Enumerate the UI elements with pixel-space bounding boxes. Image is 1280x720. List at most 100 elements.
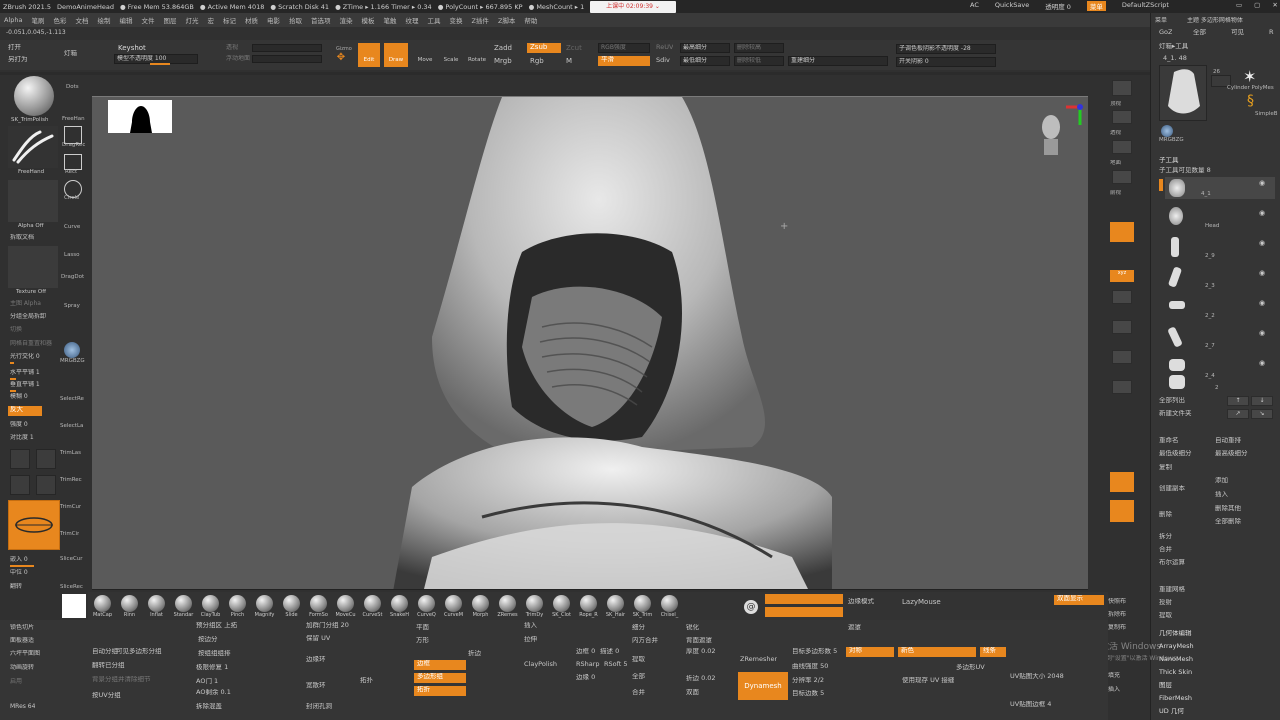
claypolish-button[interactable]: ClayPolish: [524, 661, 557, 669]
delete-lower-button[interactable]: 删除较低: [734, 56, 784, 66]
subtool-3-eye-icon[interactable]: ◉: [1259, 269, 1265, 277]
uv-0[interactable]: 多边形UV: [956, 664, 985, 672]
bp-col9-0[interactable]: 边缘模式: [848, 598, 874, 606]
bp-orange-1[interactable]: 多边形组: [414, 673, 466, 683]
bp-right-2[interactable]: 复制布: [1108, 624, 1126, 631]
lazymouse-button[interactable]: LazyMouse: [902, 598, 941, 606]
mrgb-button[interactable]: Mrgb: [494, 57, 512, 65]
bp-col8-3[interactable]: 目标边数 5: [792, 690, 824, 698]
menu-edit[interactable]: 编辑: [119, 15, 132, 25]
transpose-slot[interactable]: [8, 500, 60, 550]
bp-misc-8[interactable]: 描述 0: [600, 648, 619, 656]
arraymesh-button[interactable]: ArrayMesh: [1159, 643, 1194, 651]
mrgbzgrabber-icon[interactable]: [64, 342, 80, 358]
bp-col1b-3[interactable]: AO剩余 0.1: [196, 689, 231, 697]
subtool-row-5[interactable]: 2_7 ◉: [1165, 323, 1275, 351]
left-tool-d-icon[interactable]: [36, 475, 56, 495]
thumb-mrgbzg[interactable]: MRGBZG: [1159, 137, 1184, 144]
create-copy-button[interactable]: 创建副本: [1159, 485, 1185, 493]
canvas-viewport[interactable]: +: [92, 96, 1088, 590]
menu-help[interactable]: 帮助: [524, 15, 537, 25]
lowest-subdiv-button[interactable]: 最低细分: [680, 56, 730, 66]
fibermesh-button[interactable]: FiberMesh: [1159, 695, 1192, 703]
rotate-view-icon[interactable]: [1112, 350, 1132, 364]
goz-button[interactable]: GoZ: [1159, 29, 1172, 37]
rect-icon[interactable]: [64, 154, 82, 170]
move-button[interactable]: Move: [414, 44, 436, 66]
tool-rect[interactable]: Rect: [65, 169, 77, 176]
bp-col5-1[interactable]: 方形: [416, 637, 429, 645]
ghost-icon[interactable]: [1110, 500, 1134, 522]
brush-shelf-item[interactable]: Magnify: [252, 594, 277, 620]
bp-col1-3[interactable]: 按UV分组: [92, 692, 121, 700]
reuv-button[interactable]: ReUV: [656, 44, 673, 52]
simplebrush-thumb-icon[interactable]: §: [1247, 93, 1254, 109]
brush-shelf-item[interactable]: SK_Hair: [603, 594, 628, 620]
star-thumb-icon[interactable]: ✶: [1243, 67, 1256, 86]
delete-button[interactable]: 删除: [1159, 511, 1172, 519]
shelf-field-a[interactable]: [252, 44, 322, 52]
rp-menu[interactable]: 菜单: [1155, 17, 1167, 24]
shelf-field-b[interactable]: [252, 55, 322, 63]
lowest-res-button[interactable]: 最低级细分: [1159, 450, 1192, 458]
rgb-intensity-slider[interactable]: RGB强度: [598, 43, 650, 53]
default-zscript[interactable]: DefaultZScript: [1122, 1, 1169, 11]
actual-icon[interactable]: [1112, 170, 1132, 184]
tool-freehand[interactable]: FreeHan: [62, 116, 85, 123]
insert-button[interactable]: 插入: [1215, 491, 1228, 499]
tool-slicerect[interactable]: SliceRec: [60, 584, 83, 591]
bp-col7-3[interactable]: 折边 0.02: [686, 675, 716, 683]
menu-transform[interactable]: 变换: [449, 15, 462, 25]
vp-front[interactable]: 前视: [1110, 190, 1121, 197]
left-list-1[interactable]: 切换: [10, 326, 22, 333]
subtool-row-4[interactable]: 2_2 ◉: [1165, 293, 1275, 321]
menu-alpha[interactable]: Alpha: [4, 16, 22, 24]
alpha-slot[interactable]: [8, 180, 58, 222]
bp-col2-4[interactable]: AO门 1: [196, 678, 218, 686]
left-list-0[interactable]: 分组全局拆卸: [10, 313, 46, 320]
left-bottom2-3[interactable]: 动画旋转: [10, 664, 34, 671]
tool-lasso[interactable]: Lasso: [64, 252, 80, 259]
spiral-icon[interactable]: @: [744, 600, 758, 614]
bp-orange-slider-a[interactable]: [765, 594, 843, 604]
menu-marker[interactable]: 标记: [223, 15, 236, 25]
bp-right-3[interactable]: 填充: [1108, 672, 1120, 679]
minimize-icon[interactable]: ▭: [1236, 1, 1242, 9]
brush-shelf-item[interactable]: Slide: [279, 594, 304, 620]
local-symmetry-icon[interactable]: xyz: [1110, 270, 1134, 282]
gizmo-icon[interactable]: ✥: [334, 52, 348, 64]
subtool-6-eye-icon[interactable]: ◉: [1259, 359, 1265, 367]
brush-shelf-item[interactable]: Chisel_: [657, 594, 682, 620]
move-up-icon[interactable]: ↗: [1227, 409, 1249, 419]
bp-col2-1[interactable]: 按边分: [198, 636, 218, 644]
bp-col8-2[interactable]: 分辨率 2/2: [792, 677, 824, 685]
bp-col7-4[interactable]: 双面: [686, 689, 699, 697]
left-bottom-2[interactable]: 翻转: [10, 583, 22, 590]
subpalette-shadow-slider[interactable]: 子调色板阴影不透明度 -28: [896, 44, 996, 54]
vp-perspective[interactable]: 透视: [1110, 130, 1121, 137]
tool-curve[interactable]: Curve: [64, 224, 80, 231]
geometry-hd-button[interactable]: UD 几何: [1159, 708, 1184, 716]
move-view-icon[interactable]: [1112, 290, 1132, 304]
subtool-row-2[interactable]: 2_9 ◉: [1165, 233, 1275, 261]
bp-col6-2[interactable]: 提取: [632, 656, 645, 664]
stroke-slot[interactable]: [8, 126, 58, 168]
left-list-8[interactable]: 强度 0: [10, 421, 28, 428]
rsharp-slider[interactable]: RSharp: [576, 661, 600, 669]
bp-col6-0[interactable]: 细分: [632, 624, 645, 632]
uv-3[interactable]: UV贴图边框 4: [1010, 701, 1051, 709]
rsoft-slider[interactable]: RSoft 5: [604, 661, 628, 669]
zadd-button[interactable]: Zadd: [494, 44, 512, 52]
menu-file[interactable]: 文件: [141, 15, 154, 25]
save-as-button[interactable]: 另打为: [8, 56, 28, 64]
perspective-toggle[interactable]: 透视: [226, 44, 238, 51]
tool-selectlasso[interactable]: SelectLa: [60, 423, 83, 430]
scroll-icon[interactable]: [1112, 110, 1132, 124]
line-button[interactable]: 线条: [980, 647, 1006, 657]
bp-col2-3[interactable]: 极限修复 1: [196, 664, 228, 672]
menu-picker[interactable]: 拾取: [289, 15, 302, 25]
color-primary-swatch[interactable]: [62, 594, 86, 618]
left-tool-a-icon[interactable]: [10, 449, 30, 469]
shadow-toggle-slider[interactable]: 开关阴影 0: [896, 57, 996, 67]
bp-right-0[interactable]: 快照布: [1108, 598, 1126, 605]
